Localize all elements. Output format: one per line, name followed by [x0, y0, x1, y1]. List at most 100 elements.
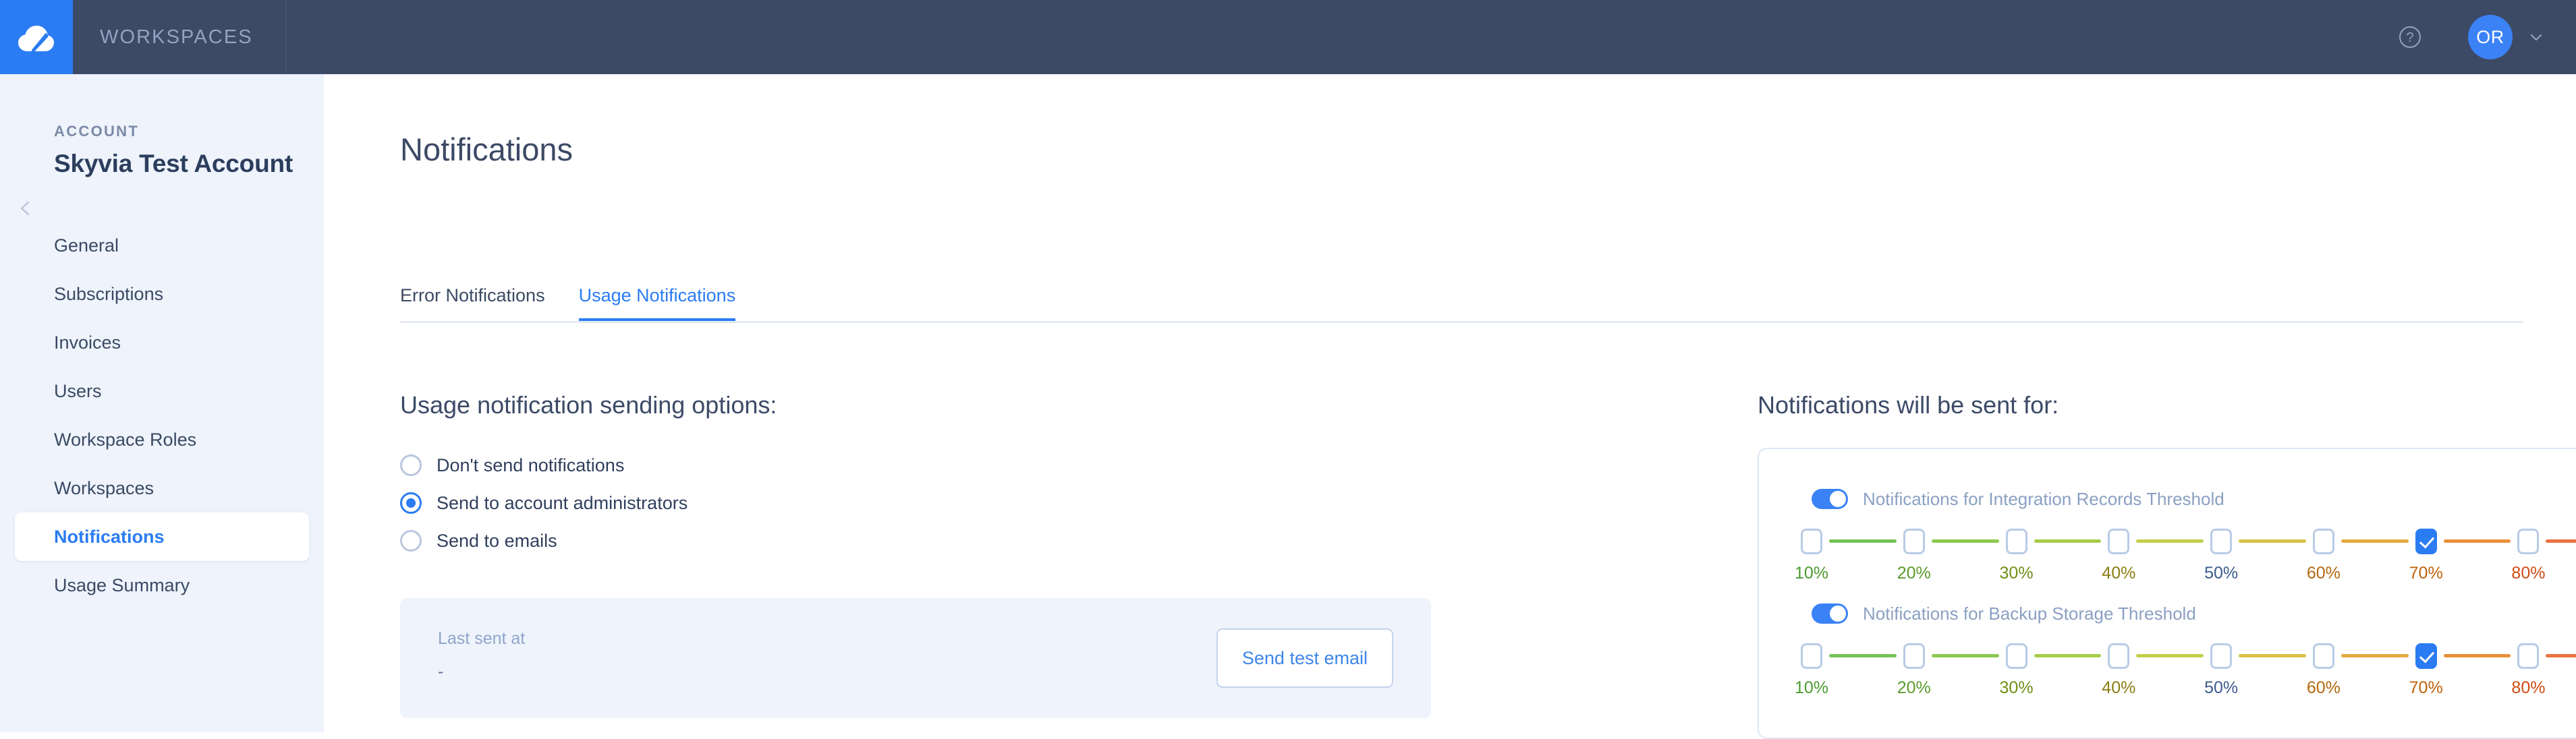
radio-option-send-to-emails[interactable]: Send to emails	[400, 522, 1432, 560]
sidebar-item-label: Workspaces	[54, 477, 155, 498]
last-sent-value: -	[438, 662, 444, 681]
radio-label: Send to account administrators	[437, 492, 688, 513]
page-title: Notifications	[400, 131, 573, 167]
threshold-checkbox-20pct[interactable]	[1903, 529, 1925, 554]
threshold-segment	[1829, 539, 1897, 543]
radio-indicator[interactable]	[400, 492, 422, 514]
radio-indicator[interactable]	[400, 454, 422, 476]
main-content: Notifications Error Notifications Usage …	[324, 74, 2576, 739]
chevron-down-icon[interactable]	[2527, 28, 2545, 46]
threshold-panel: Notifications for Integration Records Th…	[1758, 448, 2576, 739]
checkbox-indicator[interactable]	[2312, 529, 2334, 554]
sidebar-nav: General Subscriptions Invoices Users Wor…	[0, 221, 324, 610]
threshold-segment	[2034, 654, 2102, 657]
help-question-circle-icon[interactable]: ?	[2394, 21, 2426, 53]
threshold-checkbox-60pct[interactable]	[2312, 643, 2334, 669]
checkbox-indicator[interactable]	[2005, 643, 2027, 669]
threshold-checkbox-40pct[interactable]	[2108, 643, 2130, 669]
threshold-checkbox-40pct[interactable]	[2108, 529, 2130, 554]
checkbox-indicator[interactable]	[2517, 643, 2540, 669]
radio-option-dont-send[interactable]: Don't send notifications	[400, 446, 1432, 484]
threshold-tick-label: 60%	[2306, 678, 2341, 697]
threshold-checkbox-10pct[interactable]	[1801, 643, 1822, 669]
threshold-tick-label: 70%	[2409, 678, 2443, 697]
tab-usage-notifications[interactable]: Usage Notifications	[579, 285, 736, 321]
threshold-checkbox-70pct[interactable]	[2415, 529, 2437, 554]
tab-error-notifications[interactable]: Error Notifications	[400, 285, 545, 321]
sending-options-section: Usage notification sending options: Don'…	[400, 391, 1432, 718]
radio-option-send-to-account-administrators[interactable]: Send to account administrators	[400, 484, 1432, 522]
threshold-checkbox-30pct[interactable]	[2005, 529, 2027, 554]
threshold-tick-label: 40%	[2102, 678, 2136, 697]
threshold-segment	[2136, 539, 2204, 543]
notifications-panel-heading: Notifications will be sent for:	[1758, 391, 2059, 419]
threshold-tick-label: 20%	[1897, 678, 1931, 697]
sidebar-item-invoices[interactable]: Invoices	[15, 318, 309, 367]
tab-label: Error Notifications	[400, 285, 545, 305]
sending-options-heading: Usage notification sending options:	[400, 391, 777, 419]
sidebar-item-workspaces[interactable]: Workspaces	[15, 464, 309, 512]
threshold-group-title: Notifications for Backup Storage Thresho…	[1863, 603, 2196, 624]
tab-bar: Error Notifications Usage Notifications	[400, 285, 2523, 323]
threshold-checkbox-50pct[interactable]	[2210, 529, 2233, 554]
threshold-tick-label: 30%	[1999, 678, 2034, 697]
sidebar-item-usage-summary[interactable]: Usage Summary	[15, 561, 309, 610]
threshold-checkbox-80pct[interactable]	[2517, 529, 2540, 554]
threshold-group-integration-records: Notifications for Integration Records Th…	[1795, 487, 2576, 588]
checkbox-indicator[interactable]	[2005, 529, 2027, 554]
checkbox-indicator[interactable]	[1801, 643, 1822, 669]
threshold-segment	[2546, 654, 2576, 657]
checkbox-indicator[interactable]	[1903, 529, 1925, 554]
threshold-checkbox-50pct[interactable]	[2210, 643, 2233, 669]
checkbox-indicator[interactable]	[2415, 529, 2437, 554]
threshold-checkbox-20pct[interactable]	[1903, 643, 1925, 669]
threshold-segment	[2034, 539, 2102, 543]
threshold-checkbox-30pct[interactable]	[2005, 643, 2027, 669]
chevron-left-icon[interactable]	[17, 200, 34, 217]
last-sent-card: Last sent at - Send test email	[400, 598, 1431, 718]
threshold-checkbox-70pct[interactable]	[2415, 643, 2437, 669]
checkbox-indicator[interactable]	[1801, 529, 1822, 554]
threshold-tick-label: 40%	[2102, 564, 2136, 583]
threshold-checkbox-10pct[interactable]	[1801, 529, 1822, 554]
send-test-email-button[interactable]: Send test email	[1216, 628, 1393, 688]
sidebar-account-name: Skyvia Test Account	[54, 150, 293, 177]
threshold-checkbox-60pct[interactable]	[2312, 529, 2334, 554]
sidebar-item-label: Subscriptions	[54, 283, 164, 304]
threshold-segment	[1829, 654, 1897, 657]
sidebar-item-users[interactable]: Users	[15, 367, 309, 415]
threshold-segment	[2443, 654, 2511, 657]
brand-label: WORKSPACES	[100, 26, 253, 48]
notifications-targets-section: Notifications will be sent for: Notifica…	[1758, 391, 2576, 739]
app-logo[interactable]	[0, 0, 73, 74]
checkbox-indicator[interactable]	[2108, 529, 2130, 554]
threshold-tick-label: 70%	[2409, 564, 2443, 583]
sidebar-item-general[interactable]: General	[15, 221, 309, 270]
threshold-segment	[2341, 539, 2409, 543]
threshold-checkbox-80pct[interactable]	[2517, 643, 2540, 669]
sending-options-radio-group: Don't send notifications Send to account…	[400, 446, 1432, 560]
threshold-tick-label: 80%	[2511, 564, 2546, 583]
checkbox-indicator[interactable]	[2210, 529, 2233, 554]
checkbox-indicator[interactable]	[2108, 643, 2130, 669]
threshold-segment	[2443, 539, 2511, 543]
checkbox-indicator[interactable]	[2415, 643, 2437, 669]
checkbox-indicator[interactable]	[2517, 529, 2540, 554]
threshold-segment	[2546, 539, 2576, 543]
toggle-backup-storage-threshold[interactable]	[1812, 603, 1848, 624]
checkbox-indicator[interactable]	[2210, 643, 2233, 669]
checkbox-indicator[interactable]	[1903, 643, 1925, 669]
workspaces-nav-item[interactable]: WORKSPACES	[73, 0, 286, 74]
threshold-scale-row: 10%20%30%40%50%60%70%80%90%100%	[1795, 641, 2576, 697]
sidebar-item-workspace-roles[interactable]: Workspace Roles	[15, 415, 309, 464]
radio-indicator[interactable]	[400, 530, 422, 552]
sidebar-item-notifications[interactable]: Notifications	[15, 512, 309, 561]
threshold-tick-label: 20%	[1897, 564, 1931, 583]
threshold-segment	[1931, 654, 1999, 657]
user-avatar[interactable]: OR	[2468, 15, 2513, 59]
sidebar-item-subscriptions[interactable]: Subscriptions	[15, 270, 309, 318]
toggle-integration-records-threshold[interactable]	[1812, 489, 1848, 509]
checkbox-indicator[interactable]	[2312, 643, 2334, 669]
threshold-scale-integration-records: 10%20%30%40%50%60%70%80%90%100%	[1795, 526, 2576, 588]
sidebar-section-label: ACCOUNT	[54, 123, 140, 140]
